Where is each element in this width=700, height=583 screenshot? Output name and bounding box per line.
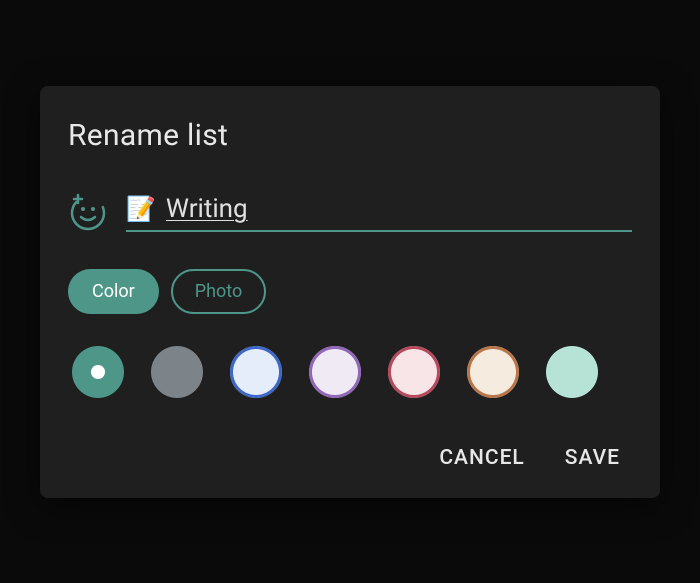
color-swatch-pink[interactable] (388, 346, 440, 398)
add-emoji-icon (68, 193, 108, 233)
color-swatch-mint[interactable] (546, 346, 598, 398)
tab-color[interactable]: Color (68, 269, 159, 314)
tab-photo[interactable]: Photo (171, 269, 267, 314)
color-swatch-purple[interactable] (309, 346, 361, 398)
list-emoji: 📝 (126, 195, 156, 223)
color-swatch-blue[interactable] (230, 346, 282, 398)
list-name-input[interactable] (166, 194, 632, 224)
tab-row: Color Photo (68, 269, 632, 314)
action-row: CANCEL SAVE (68, 438, 632, 478)
input-row: 📝 (68, 193, 632, 233)
save-button[interactable]: SAVE (561, 438, 624, 478)
dialog-title: Rename list (68, 118, 632, 153)
color-swatch-teal[interactable] (72, 346, 124, 398)
add-emoji-button[interactable] (68, 193, 108, 233)
color-swatch-orange[interactable] (467, 346, 519, 398)
cancel-button[interactable]: CANCEL (435, 438, 528, 478)
rename-list-dialog: Rename list 📝 Color Photo CANCEL SAVE (40, 86, 660, 498)
color-swatch-gray[interactable] (151, 346, 203, 398)
color-row (68, 346, 632, 398)
name-input-field[interactable]: 📝 (126, 194, 632, 232)
